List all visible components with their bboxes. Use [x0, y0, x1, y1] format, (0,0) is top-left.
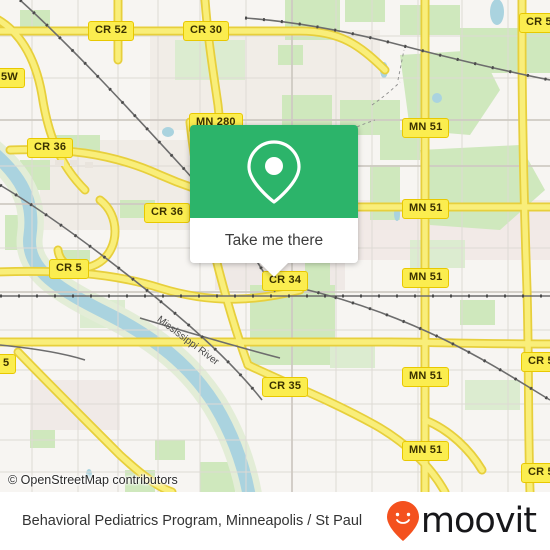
- highway-shield: CR 35: [262, 377, 309, 397]
- place-title: Behavioral Pediatrics Program, Minneapol…: [22, 513, 363, 529]
- popup-image-area: [190, 125, 358, 218]
- osm-attribution[interactable]: © OpenStreetMap contributors: [8, 473, 178, 487]
- map-canvas[interactable]: Mississippi River CR 52 CR 30 5W CR 5 MN 280…: [0, 0, 550, 492]
- highway-shield: MN 51: [402, 118, 450, 138]
- location-popup-card[interactable]: Take me there: [190, 125, 358, 277]
- moovit-brand[interactable]: moovit: [386, 500, 537, 542]
- location-pin-icon: [247, 139, 301, 204]
- highway-shield: CR 36: [27, 138, 74, 158]
- moovit-wordmark: moovit: [420, 500, 537, 541]
- footer-bar: Behavioral Pediatrics Program, Minneapol…: [0, 492, 550, 550]
- highway-shield: CR 30: [183, 21, 230, 41]
- highway-shield: 5W: [0, 68, 25, 88]
- highway-shield: CR 36: [144, 203, 191, 223]
- highway-shield: MN 51: [402, 268, 450, 288]
- popup-pointer-tail: [260, 263, 288, 277]
- highway-shield: CR 5: [49, 259, 89, 279]
- take-me-there-label: Take me there: [224, 231, 324, 249]
- highway-shield: MN 51: [402, 199, 450, 219]
- highway-shield: CR 5: [521, 463, 550, 483]
- highway-shield: CR 52: [88, 21, 135, 41]
- highway-shield: MN 51: [402, 441, 450, 461]
- popup-action-area[interactable]: Take me there: [190, 218, 358, 263]
- map-screenshot: Mississippi River CR 52 CR 30 5W CR 5 MN 280…: [0, 0, 550, 550]
- highway-shield: CR 5: [521, 352, 550, 372]
- moovit-pin-icon: [386, 501, 419, 541]
- highway-shield: 5: [0, 354, 17, 374]
- highway-shield: CR 5: [519, 13, 550, 33]
- highway-shield: MN 51: [402, 367, 450, 387]
